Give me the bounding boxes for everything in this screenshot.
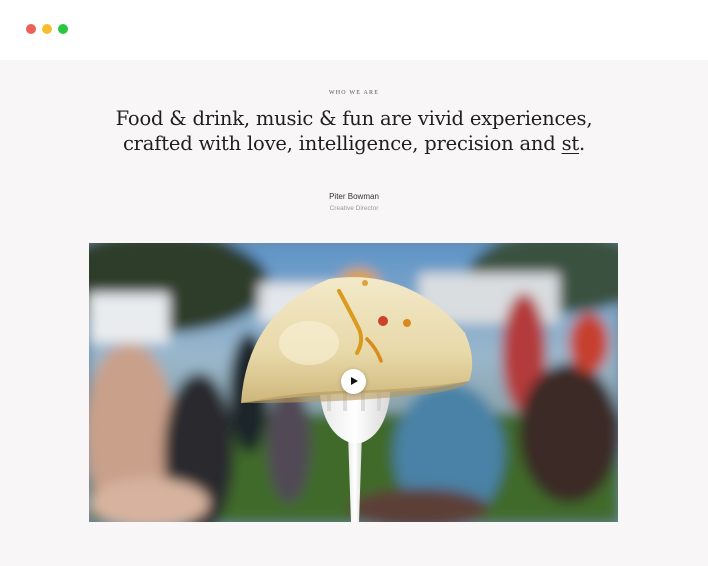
close-window-dot[interactable] (26, 24, 36, 34)
author-name: Piter Bowman (329, 192, 379, 201)
about-section: WHO WE ARE Food & drink, music & fun are… (0, 60, 708, 566)
section-headline: Food & drink, music & fun are vivid expe… (104, 106, 604, 156)
window-titlebar (0, 0, 708, 60)
headline-period: . (579, 132, 586, 155)
minimize-window-dot[interactable] (42, 24, 52, 34)
author-role: Creative Director (329, 205, 379, 212)
maximize-window-dot[interactable] (58, 24, 68, 34)
section-eyebrow: WHO WE ARE (328, 90, 380, 96)
play-icon[interactable] (341, 369, 366, 394)
video-thumbnail[interactable] (89, 243, 618, 522)
headline-text: Food & drink, music & fun are vivid expe… (115, 107, 593, 155)
headline-typed-word: st (561, 132, 580, 155)
